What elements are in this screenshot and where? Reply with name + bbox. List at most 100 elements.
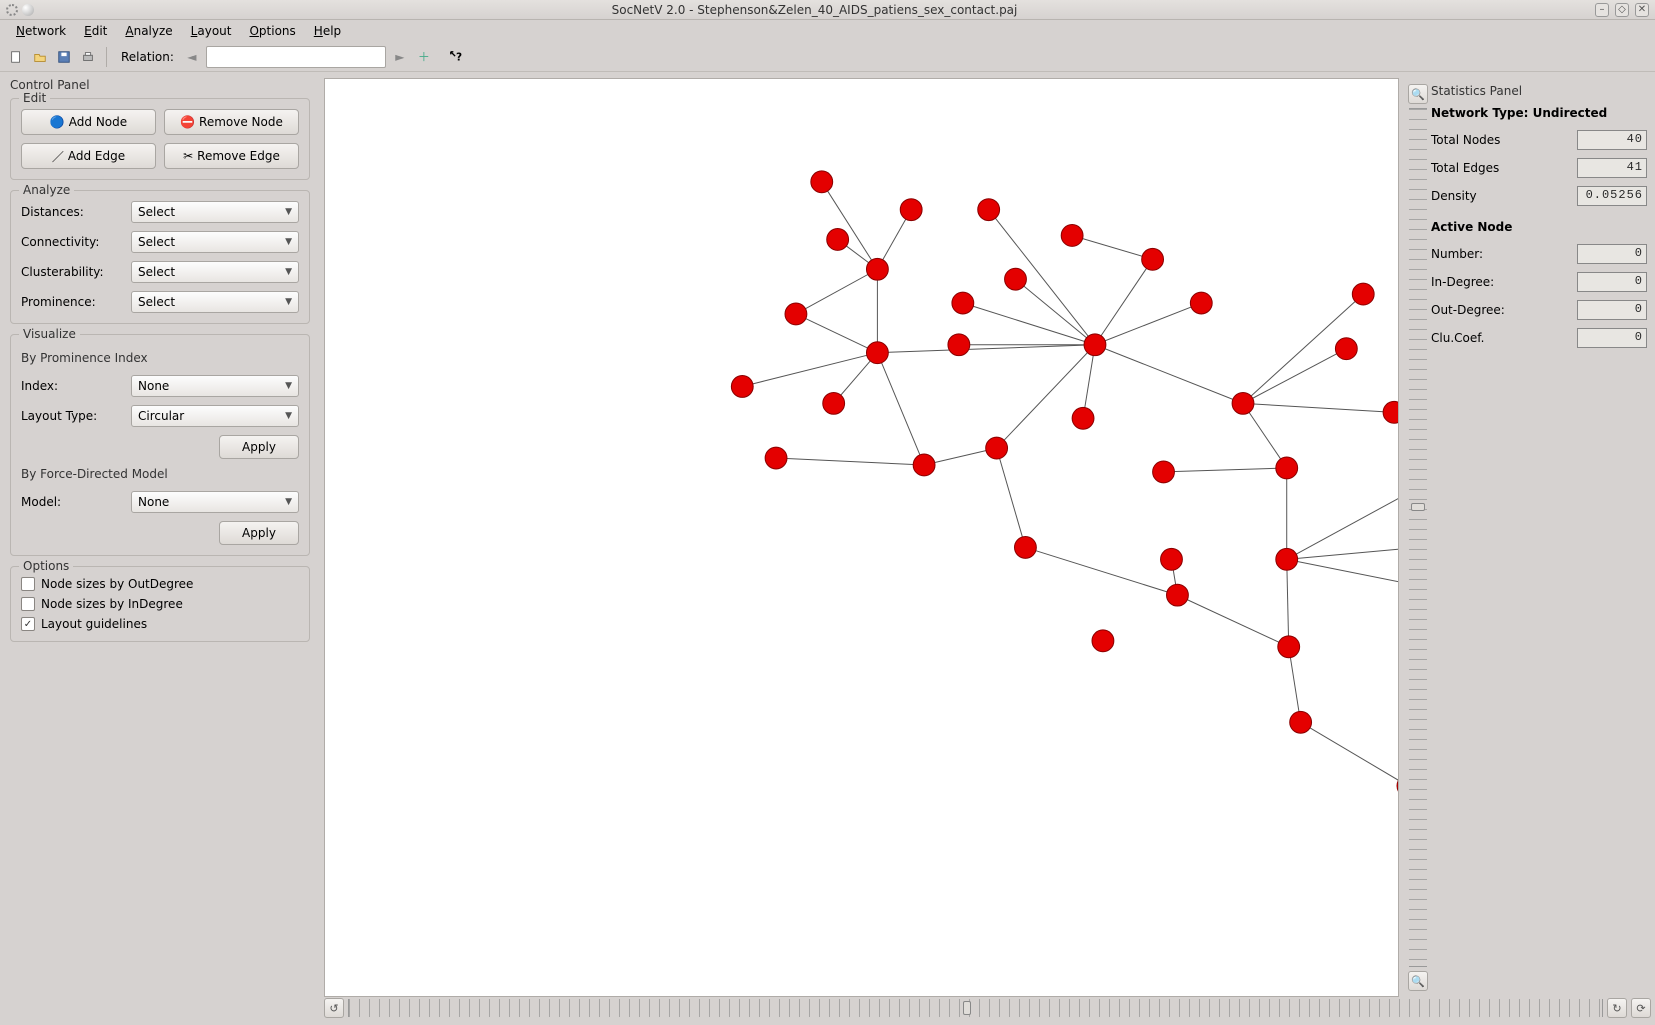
whats-this-icon[interactable]: ? xyxy=(446,47,466,67)
network-node[interactable] xyxy=(1397,775,1398,797)
network-edge[interactable] xyxy=(1287,559,1289,646)
network-edge[interactable] xyxy=(1072,235,1152,259)
network-node[interactable] xyxy=(1290,711,1312,733)
network-edge[interactable] xyxy=(1177,595,1288,647)
network-edge[interactable] xyxy=(796,314,877,353)
connectivity-select[interactable]: Select▼ xyxy=(131,231,299,253)
network-node[interactable] xyxy=(765,447,787,469)
relation-next-icon[interactable]: ► xyxy=(390,47,410,67)
network-node[interactable] xyxy=(785,303,807,325)
network-edge[interactable] xyxy=(1015,279,1094,345)
network-edge[interactable] xyxy=(1287,559,1398,587)
relation-prev-icon[interactable]: ◄ xyxy=(182,47,202,67)
network-edge[interactable] xyxy=(742,353,877,387)
network-edge[interactable] xyxy=(1289,647,1301,723)
apply-prominence-button[interactable]: Apply xyxy=(219,435,299,459)
network-node[interactable] xyxy=(1092,630,1114,652)
network-edge[interactable] xyxy=(1243,403,1287,468)
network-node[interactable] xyxy=(1278,636,1300,658)
minimize-button[interactable]: – xyxy=(1595,3,1609,17)
network-node[interactable] xyxy=(827,229,849,251)
new-file-icon[interactable] xyxy=(6,47,26,67)
network-edge[interactable] xyxy=(877,345,1095,353)
menu-analyze[interactable]: Analyze xyxy=(117,22,180,40)
network-edge[interactable] xyxy=(1095,345,1243,404)
network-node[interactable] xyxy=(866,258,888,280)
menu-help[interactable]: Help xyxy=(306,22,349,40)
network-node[interactable] xyxy=(1084,334,1106,356)
menu-edit[interactable]: Edit xyxy=(76,22,115,40)
network-node[interactable] xyxy=(1015,537,1037,559)
network-node[interactable] xyxy=(866,342,888,364)
network-edge[interactable] xyxy=(1301,722,1398,786)
network-node[interactable] xyxy=(986,437,1008,459)
vertical-zoom-slider[interactable] xyxy=(1409,108,1427,967)
remove-edge-button[interactable]: ✂Remove Edge xyxy=(164,143,299,169)
remove-node-button[interactable]: ⛔Remove Node xyxy=(164,109,299,135)
network-node[interactable] xyxy=(900,199,922,221)
network-edge[interactable] xyxy=(997,448,1026,547)
model-select[interactable]: None▼ xyxy=(131,491,299,513)
zoom-in-button[interactable]: 🔍 xyxy=(1408,84,1428,104)
network-node[interactable] xyxy=(1232,392,1254,414)
network-node[interactable] xyxy=(1383,401,1398,423)
network-node[interactable] xyxy=(1072,407,1094,429)
distances-select[interactable]: Select▼ xyxy=(131,201,299,223)
outdegree-checkbox[interactable] xyxy=(21,577,35,591)
save-file-icon[interactable] xyxy=(54,47,74,67)
network-edge[interactable] xyxy=(963,303,1095,345)
network-node[interactable] xyxy=(1276,548,1298,570)
index-select[interactable]: None▼ xyxy=(131,375,299,397)
print-icon[interactable] xyxy=(78,47,98,67)
zoom-out-button[interactable]: 🔍 xyxy=(1408,971,1428,991)
relation-combo[interactable] xyxy=(206,46,386,68)
rotate-left-button[interactable]: ↺ xyxy=(324,998,344,1018)
network-node[interactable] xyxy=(811,171,833,193)
prominence-select[interactable]: Select▼ xyxy=(131,291,299,313)
open-file-icon[interactable] xyxy=(30,47,50,67)
reset-view-button[interactable]: ⟳ xyxy=(1631,998,1651,1018)
network-node[interactable] xyxy=(1061,225,1083,247)
network-node[interactable] xyxy=(1161,548,1183,570)
network-node[interactable] xyxy=(1276,457,1298,479)
network-node[interactable] xyxy=(1142,248,1164,270)
close-button[interactable]: ✕ xyxy=(1635,3,1649,17)
network-node[interactable] xyxy=(952,292,974,314)
maximize-button[interactable]: ◇ xyxy=(1615,3,1629,17)
menu-network[interactable]: Network xyxy=(8,22,74,40)
relation-add-icon[interactable]: ＋ xyxy=(414,47,434,67)
network-edge[interactable] xyxy=(1287,547,1398,559)
guidelines-checkbox[interactable]: ✓ xyxy=(21,617,35,631)
apply-force-button[interactable]: Apply xyxy=(219,521,299,545)
network-edge[interactable] xyxy=(1095,259,1153,344)
horizontal-rotation-slider[interactable] xyxy=(348,999,1603,1017)
network-node[interactable] xyxy=(1352,283,1374,305)
network-edge[interactable] xyxy=(877,353,924,465)
network-edge[interactable] xyxy=(776,458,924,465)
network-edge[interactable] xyxy=(1095,303,1201,345)
network-node[interactable] xyxy=(948,334,970,356)
add-edge-button[interactable]: ／Add Edge xyxy=(21,143,156,169)
network-edge[interactable] xyxy=(1243,403,1394,412)
network-node[interactable] xyxy=(731,376,753,398)
network-canvas[interactable] xyxy=(324,78,1399,997)
network-node[interactable] xyxy=(913,454,935,476)
menu-layout[interactable]: Layout xyxy=(183,22,240,40)
network-node[interactable] xyxy=(1005,268,1027,290)
network-node[interactable] xyxy=(823,392,845,414)
add-node-button[interactable]: 🔵Add Node xyxy=(21,109,156,135)
network-edge[interactable] xyxy=(1025,547,1177,595)
rotate-right-button[interactable]: ↻ xyxy=(1607,998,1627,1018)
clusterability-select[interactable]: Select▼ xyxy=(131,261,299,283)
layout-type-select[interactable]: Circular▼ xyxy=(131,405,299,427)
indegree-checkbox[interactable] xyxy=(21,597,35,611)
network-edge[interactable] xyxy=(1287,488,1398,560)
network-edge[interactable] xyxy=(1164,468,1287,472)
network-node[interactable] xyxy=(1335,338,1357,360)
menu-options[interactable]: Options xyxy=(241,22,303,40)
network-edge[interactable] xyxy=(997,345,1095,448)
network-edge[interactable] xyxy=(796,269,877,314)
network-node[interactable] xyxy=(1167,584,1189,606)
network-node[interactable] xyxy=(1153,461,1175,483)
network-edge[interactable] xyxy=(822,182,878,269)
